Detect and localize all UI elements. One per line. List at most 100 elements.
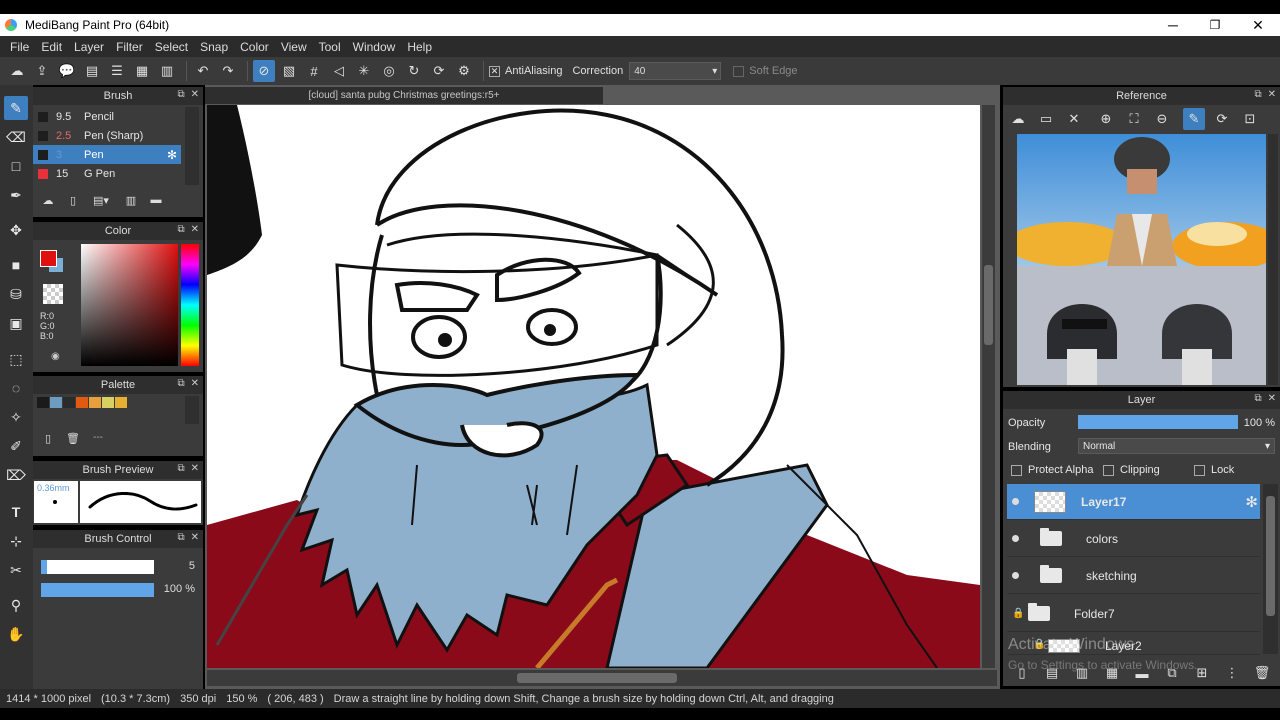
perspective-snap-icon[interactable]: ◁ [328,60,350,82]
horizontal-scroll-thumb[interactable] [517,673,677,683]
new-palette-icon[interactable]: ▯ [38,429,58,447]
select-eraser-tool-icon[interactable]: ⌦ [4,463,28,487]
settings-icon[interactable]: ⚙ [453,60,475,82]
zoom-out-icon[interactable]: ⊖ [1151,108,1173,130]
visibility-icon[interactable] [1012,572,1019,579]
close-icon[interactable]: ✕ [191,378,199,389]
eyedropper-tool-icon[interactable]: ⚲ [4,593,28,617]
brush-item[interactable]: 9.5 Pencil [33,107,181,126]
palette-swatch[interactable] [50,397,62,408]
gradient-tool-icon[interactable]: ▣ [4,311,28,335]
move-tool-icon[interactable]: ✥ [4,218,28,242]
popout-icon[interactable]: ⧉ [177,224,184,235]
palette-swatch[interactable] [89,397,101,408]
operation-tool-icon[interactable]: ⊹ [4,529,28,553]
popout-icon[interactable]: ⧉ [177,89,184,100]
brush-settings-icon[interactable]: ▥ [121,191,141,209]
close-icon[interactable]: ✕ [1268,89,1276,100]
soft-edge-checkbox[interactable] [733,65,745,77]
antialiasing-checkbox[interactable]: ✕ [489,65,500,77]
menu-window[interactable]: Window [347,40,402,54]
document-tab[interactable]: [cloud] santa pubg Christmas greetings:r… [205,87,603,104]
menu-layer[interactable]: Layer [68,40,110,54]
page-icon[interactable]: ▤ [81,60,103,82]
divide-tool-icon[interactable]: ✂ [4,558,28,582]
close-icon[interactable]: ✕ [191,89,199,100]
parallel-snap-icon[interactable]: ▧ [278,60,300,82]
protect-alpha-option[interactable]: Protect Alpha [1011,464,1093,476]
curve-snap-icon[interactable]: ↻ [403,60,425,82]
grid-list-icon[interactable]: ▦ [131,60,153,82]
palette-scrollbar[interactable] [185,396,199,424]
layer-row-sketching[interactable]: sketching [1007,558,1260,594]
layer-scroll-thumb[interactable] [1266,496,1275,616]
popout-icon[interactable]: ⧉ [1254,393,1261,404]
undo-icon[interactable]: ↶ [192,60,214,82]
gear-icon[interactable]: ✻ [1245,493,1258,511]
close-reference-icon[interactable]: ✕ [1063,108,1085,130]
menu-color[interactable]: Color [234,40,275,54]
palette-swatch[interactable] [63,397,75,408]
zoom-in-icon[interactable]: ⊕ [1095,108,1117,130]
circle-snap-icon[interactable]: ◎ [378,60,400,82]
transparent-color-swatch[interactable] [43,284,63,304]
delete-layer-icon[interactable]: 🗑 [1251,662,1273,684]
comment-icon[interactable]: 💬 [56,60,78,82]
layer-row-layer17[interactable]: Layer17 ✻ [1007,484,1260,520]
clipping-option[interactable]: Clipping [1103,464,1160,476]
saturation-value-picker[interactable] [81,244,178,366]
layer-opacity-slider[interactable] [1078,415,1238,429]
brush-item[interactable]: 2.5 Pen (Sharp) [33,126,181,145]
fill-tool-icon[interactable]: ■ [4,253,28,277]
more-icon[interactable]: ⋮ [1221,662,1243,684]
correction-select[interactable]: 40 ▾ [629,62,722,80]
vertical-scroll-thumb[interactable] [984,265,993,345]
menu-snap[interactable]: Snap [194,40,234,54]
radial-snap-icon[interactable]: ✳ [353,60,375,82]
brush-opacity-slider[interactable] [41,583,154,597]
trash-icon[interactable]: 🗑 [63,429,83,447]
gear-icon[interactable]: ✻ [167,148,177,162]
visibility-icon[interactable] [1012,498,1019,505]
menu-filter[interactable]: Filter [110,40,149,54]
close-icon[interactable]: ✕ [191,532,199,543]
new-brush-icon[interactable]: ▯ [63,191,83,209]
popout-icon[interactable]: ⧉ [1254,89,1261,100]
drawing-canvas[interactable] [207,105,980,668]
palette-swatch[interactable] [37,397,49,408]
menu-select[interactable]: Select [149,40,194,54]
brush-options-icon[interactable]: ▤▾ [91,191,111,209]
brush-item-selected[interactable]: 3 Pen ✻ [33,145,181,164]
reference-image[interactable] [1017,134,1266,385]
dot-pen-tool-icon[interactable]: ✒ [4,183,28,207]
close-button[interactable]: ✕ [1237,14,1279,36]
text-tool-icon[interactable]: T [4,500,28,524]
menu-view[interactable]: View [275,40,313,54]
layer-list-scrollbar[interactable] [1263,484,1278,654]
list-icon[interactable]: ☰ [106,60,128,82]
color-wheel-icon[interactable]: ◉ [51,351,60,362]
rectangle-tool-icon[interactable]: □ [4,154,28,178]
rotate-icon[interactable]: ⟳ [1211,108,1233,130]
rotate-snap-icon[interactable]: ⟳ [428,60,450,82]
select-tool-icon[interactable]: ⬚ [4,347,28,371]
bucket-tool-icon[interactable]: ⛁ [4,282,28,306]
canvas-vertical-scrollbar[interactable] [982,105,995,668]
brush-list-scrollbar[interactable] [185,107,199,185]
eraser-tool-icon[interactable]: ⌫ [4,125,28,149]
layer-row-folder7[interactable]: 🔒 Folder7 [1007,596,1260,632]
grid-snap-icon[interactable]: # [303,60,325,82]
brush-size-slider[interactable] [41,560,154,574]
clipping-checkbox[interactable] [1103,464,1114,476]
menu-help[interactable]: Help [401,40,438,54]
menu-edit[interactable]: Edit [35,40,68,54]
magic-wand-tool-icon[interactable]: ✧ [4,405,28,429]
close-icon[interactable]: ✕ [191,463,199,474]
blending-select[interactable]: Normal ▾ [1078,438,1275,454]
snap-off-icon[interactable]: ⊘ [253,60,275,82]
visibility-icon[interactable] [1012,535,1019,542]
lock-checkbox[interactable] [1194,464,1205,476]
popout-icon[interactable]: ⧉ [177,463,184,474]
open-folder-icon[interactable]: ▭ [1035,108,1057,130]
minimize-button[interactable]: ─ [1152,14,1194,36]
